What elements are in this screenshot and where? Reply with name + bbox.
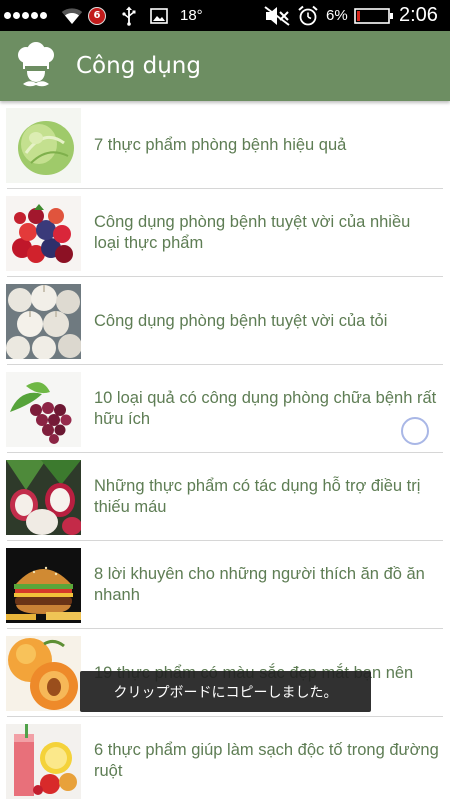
list-item[interactable]: 10 loại quả có công dụng phòng chữa bệnh… — [0, 365, 450, 453]
radish-thumbnail — [6, 460, 81, 535]
battery-percent: 6% — [326, 7, 348, 24]
battery-icon — [354, 0, 394, 31]
list-item-title: Những thực phẩm có tác dụng hỗ trợ điều … — [94, 477, 421, 516]
clock: 2:06 — [399, 4, 438, 26]
list-item[interactable]: Những thực phẩm có tác dụng hỗ trợ điều … — [0, 453, 450, 541]
page-title: Công dụng — [76, 53, 201, 79]
burger-thumbnail — [6, 548, 81, 623]
list-item[interactable]: Công dụng phòng bệnh tuyệt vời của tỏi — [0, 277, 450, 365]
action-bar: Công dụng — [0, 31, 450, 101]
list-item-title: Công dụng phòng bệnh tuyệt vời của tỏi — [94, 311, 388, 330]
notification-count: 6 — [88, 6, 106, 25]
apricot-thumbnail — [6, 636, 81, 711]
signal-dots-icon — [4, 0, 47, 31]
touch-indicator — [401, 417, 429, 445]
grapes-thumbnail — [6, 372, 81, 447]
garlic-thumbnail — [6, 284, 81, 359]
berries-thumbnail — [6, 196, 81, 271]
list-item-title: 7 thực phẩm phòng bệnh hiệu quả — [94, 135, 347, 154]
alarm-icon — [297, 0, 319, 31]
list-item[interactable]: Công dụng phòng bệnh tuyệt vời của nhiều… — [0, 189, 450, 277]
chef-hat-icon[interactable] — [13, 42, 59, 90]
list-item-title: 8 lời khuyên cho những người thích ăn đồ… — [94, 565, 425, 604]
toast-message: クリップボードにコピーしました。 — [80, 671, 371, 712]
notification-badge-icon: 6 — [88, 0, 106, 31]
list-item[interactable]: 6 thực phẩm giúp làm sạch độc tố trong đ… — [0, 717, 450, 800]
list-item-title: 10 loại quả có công dụng phòng chữa bệnh… — [94, 389, 437, 428]
temperature-label: 18° — [180, 7, 203, 24]
mute-icon — [263, 0, 291, 31]
list-item[interactable]: 7 thực phẩm phòng bệnh hiệu quả — [0, 101, 450, 189]
usb-icon — [121, 0, 137, 31]
juice-thumbnail — [6, 724, 81, 799]
status-bar: 6 18° 6% 2:06 — [0, 0, 450, 31]
wifi-icon — [61, 0, 83, 31]
list-item-title: Công dụng phòng bệnh tuyệt vời của nhiều… — [94, 213, 411, 252]
list-item[interactable]: 8 lời khuyên cho những người thích ăn đồ… — [0, 541, 450, 629]
image-icon — [150, 0, 168, 31]
cabbage-thumbnail — [6, 108, 81, 183]
list-item-title: 6 thực phẩm giúp làm sạch độc tố trong đ… — [94, 741, 439, 780]
